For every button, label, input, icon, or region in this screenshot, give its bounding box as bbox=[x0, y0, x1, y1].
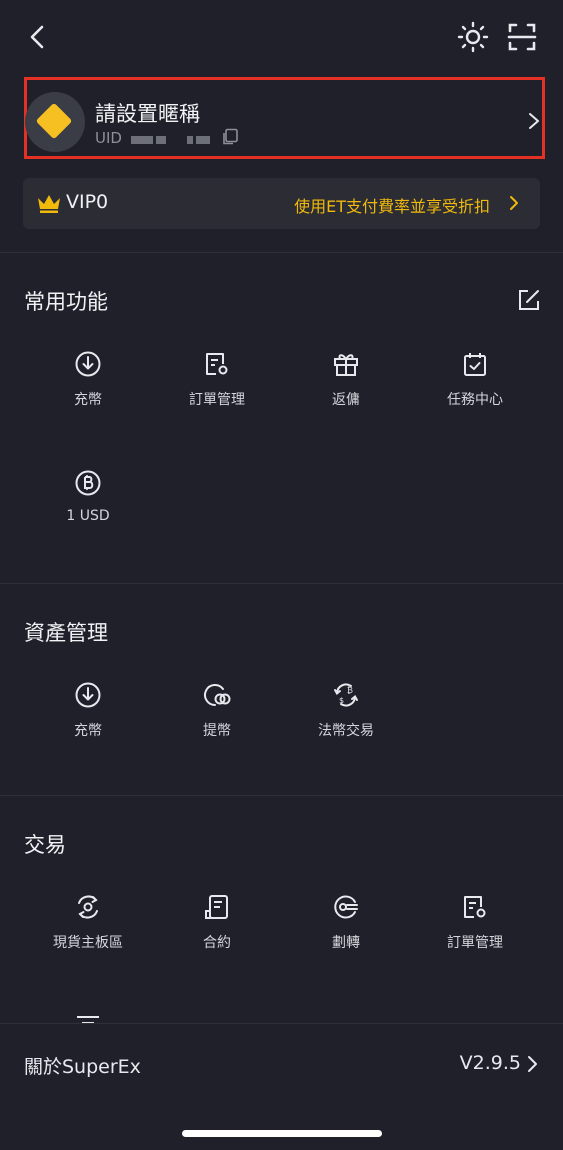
footer: 關於SuperEx V2.9.5 bbox=[0, 1023, 563, 1150]
copy-icon[interactable] bbox=[221, 128, 239, 146]
version-label[interactable]: V2.9.5 bbox=[460, 1052, 521, 1074]
avatar[interactable] bbox=[25, 92, 85, 152]
function-label: 任務中心 bbox=[447, 392, 503, 408]
profile-card[interactable]: 請設置暱稱 UID bbox=[24, 77, 545, 159]
section-title-trading: 交易 bbox=[24, 833, 66, 857]
divider bbox=[0, 583, 563, 584]
back-icon[interactable] bbox=[22, 20, 54, 54]
fiat-exchange-icon: ₿ $ bbox=[334, 683, 358, 707]
vip-level: VIP0 bbox=[66, 191, 109, 213]
uid-label: UID bbox=[95, 129, 122, 147]
uid-masked-value bbox=[130, 130, 213, 148]
function-1-usd[interactable]: 1 USD bbox=[33, 469, 143, 539]
vip-promo-link[interactable]: 使用ET支付費率並享受折扣 bbox=[294, 193, 490, 217]
edit-icon[interactable] bbox=[518, 289, 540, 311]
function-label: 充幣 bbox=[74, 392, 102, 408]
trade-label: 合約 bbox=[203, 935, 231, 951]
withdraw-icon bbox=[204, 684, 231, 706]
contract-icon bbox=[205, 895, 228, 919]
chevron-right-icon bbox=[529, 113, 539, 129]
trade-label: 劃轉 bbox=[332, 935, 360, 951]
uid-row: UID bbox=[95, 129, 213, 148]
order-icon bbox=[206, 353, 228, 375]
trade-contract[interactable]: 合約 bbox=[162, 893, 272, 963]
deposit-icon bbox=[75, 351, 101, 377]
svg-text:₿: ₿ bbox=[347, 686, 353, 695]
about-link[interactable]: 關於SuperEx bbox=[24, 1052, 141, 1079]
asset-deposit[interactable]: 充幣 bbox=[33, 681, 143, 751]
chevron-right-icon bbox=[510, 196, 518, 210]
transfer-icon bbox=[334, 895, 358, 919]
home-indicator[interactable] bbox=[182, 1130, 382, 1137]
function-deposit[interactable]: 充幣 bbox=[33, 350, 143, 420]
trade-order-management[interactable]: 訂單管理 bbox=[420, 893, 530, 963]
divider bbox=[0, 252, 563, 253]
asset-label: 充幣 bbox=[74, 723, 102, 739]
spot-icon bbox=[78, 895, 98, 919]
function-rebate[interactable]: 返傭 bbox=[291, 350, 401, 420]
trade-spot[interactable]: 現貨主板區 bbox=[33, 893, 143, 963]
function-label: 1 USD bbox=[66, 508, 110, 524]
section-title-common: 常用功能 bbox=[24, 290, 108, 314]
chevron-right-icon bbox=[528, 1056, 537, 1072]
nickname-label: 請設置暱稱 bbox=[95, 102, 200, 126]
trade-label: 訂單管理 bbox=[447, 935, 503, 951]
deposit-icon bbox=[75, 682, 101, 708]
gift-icon bbox=[334, 354, 358, 376]
function-task-center[interactable]: 任務中心 bbox=[420, 350, 530, 420]
divider bbox=[0, 795, 563, 796]
sun-icon[interactable] bbox=[456, 20, 490, 54]
asset-label: 提幣 bbox=[203, 723, 231, 739]
bitcoin-icon bbox=[75, 470, 101, 496]
asset-fiat-trade[interactable]: ₿ $ 法幣交易 bbox=[291, 681, 401, 751]
trade-transfer[interactable]: 劃轉 bbox=[291, 893, 401, 963]
task-calendar-icon bbox=[464, 353, 486, 376]
diamond-logo-icon bbox=[35, 102, 73, 140]
crown-icon bbox=[38, 195, 60, 213]
scan-icon[interactable] bbox=[505, 20, 539, 54]
function-label: 訂單管理 bbox=[189, 392, 245, 408]
top-bar bbox=[0, 0, 563, 74]
section-title-assets: 資產管理 bbox=[24, 621, 108, 645]
function-order-management[interactable]: 訂單管理 bbox=[162, 350, 272, 420]
trade-label: 現貨主板區 bbox=[53, 935, 123, 951]
asset-label: 法幣交易 bbox=[318, 723, 374, 739]
vip-card[interactable]: VIP0 使用ET支付費率並享受折扣 bbox=[23, 178, 540, 229]
function-label: 返傭 bbox=[332, 392, 360, 408]
order-icon bbox=[464, 896, 486, 918]
svg-text:$: $ bbox=[339, 696, 344, 705]
asset-withdraw[interactable]: 提幣 bbox=[162, 681, 272, 751]
